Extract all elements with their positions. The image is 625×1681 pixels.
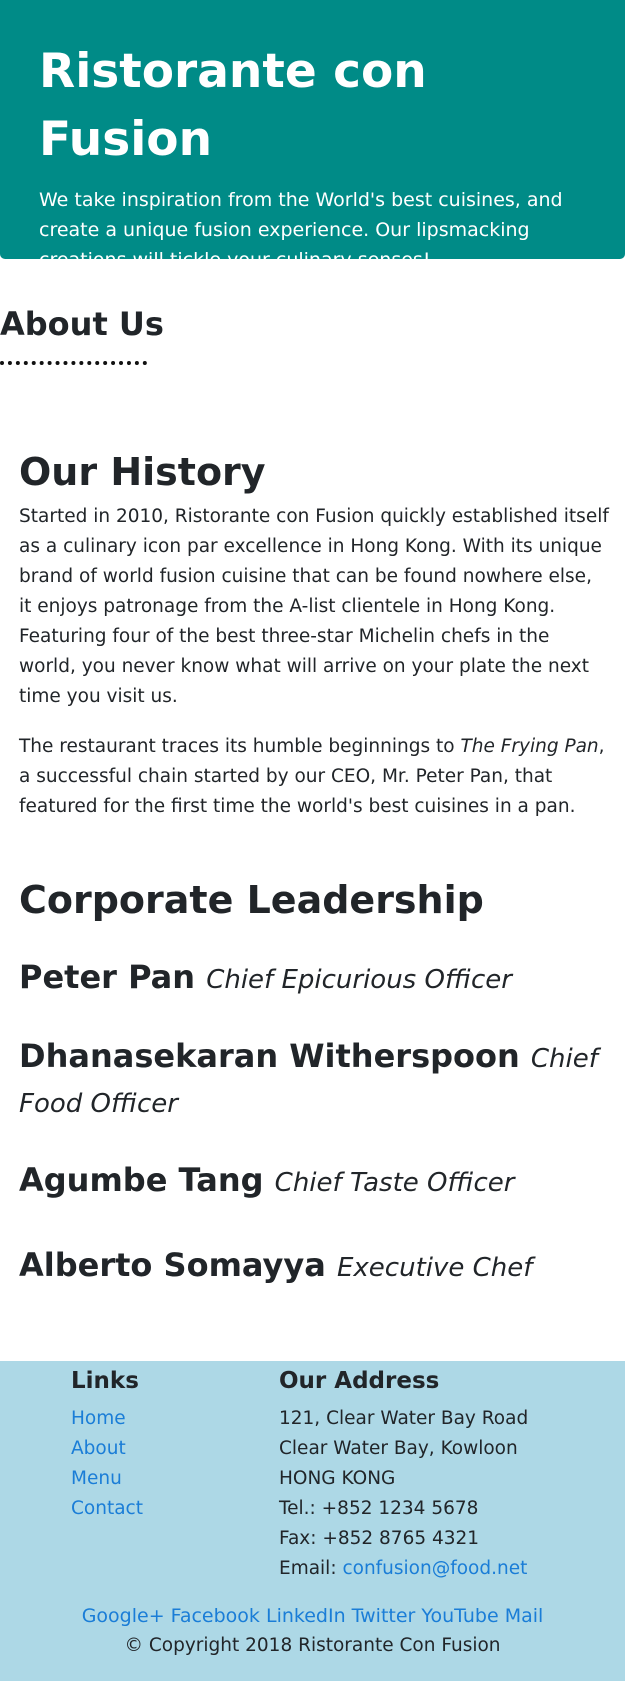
hero-banner: Ristorante con Fusion We take inspiratio… [0,0,625,271]
address-line: HONG KONG [279,1468,396,1489]
history-title: Our History [19,450,266,494]
history-paragraph-2-italic: The Frying Pan [460,736,599,757]
brand-title: Ristorante con Fusion [39,44,427,167]
social-link-googleplus[interactable]: Google+ [82,1605,165,1627]
address-heading: Our Address [279,1368,440,1394]
leader-role: Chief Taste Officer [274,1168,515,1198]
title-underline [0,361,147,365]
leadership-section: Corporate Leadership Peter Pan Chief Epi… [19,872,609,1289]
social-link-twitter[interactable]: Twitter [352,1605,416,1627]
leader-name: Peter Pan [19,958,196,996]
leader-item: Dhanasekaran Witherspoon Chief Food Offi… [19,1035,609,1125]
social-link-mail[interactable]: Mail [505,1605,544,1627]
footer-address-column: Our Address 121, Clear Water Bay Road Cl… [279,1361,528,1584]
leader-name: Agumbe Tang [19,1161,264,1199]
address-line: 121, Clear Water Bay Road [279,1408,529,1429]
leader-item: Alberto Somayya Executive Chef [19,1244,609,1289]
email-label: Email: [279,1558,343,1579]
footer-link-item: Contact [71,1494,143,1524]
email-line: Email: confusion@food.net [279,1554,528,1584]
address-line: Clear Water Bay, Kowloon [279,1438,518,1459]
leader-role: Executive Chef [336,1253,533,1283]
footer-links-column: Links Home About Menu Contact [71,1361,143,1524]
footer-link-item: Menu [71,1464,143,1494]
social-links: Google+ Facebook LinkedIn Twitter YouTub… [0,1601,625,1631]
leader-role: Chief Epicurious Officer [206,965,512,995]
footer-links-list: Home About Menu Contact [71,1404,143,1524]
history-paragraph-2-start: The restaurant traces its humble beginni… [19,736,461,757]
footer-link-menu[interactable]: Menu [71,1468,122,1489]
history-paragraph-2: The restaurant traces its humble beginni… [19,732,609,822]
leader-item: Agumbe Tang Chief Taste Officer [19,1159,609,1204]
history-section: Our History Started in 2010, Ristorante … [19,444,609,822]
fax-line: Fax: +852 8765 4321 [279,1528,480,1549]
address-block: 121, Clear Water Bay Road Clear Water Ba… [279,1404,528,1584]
social-link-linkedin[interactable]: LinkedIn [266,1605,346,1627]
footer-link-item: About [71,1434,143,1464]
history-paragraph-1: Started in 2010, Ristorante con Fusion q… [19,506,609,707]
footer-link-home[interactable]: Home [71,1408,126,1429]
footer-link-about[interactable]: About [71,1438,126,1459]
leader-name: Dhanasekaran Witherspoon [19,1037,520,1075]
copyright-text: © Copyright 2018 Ristorante Con Fusion [124,1635,501,1656]
phone-line: Tel.: +852 1234 5678 [279,1498,479,1519]
social-link-facebook[interactable]: Facebook [171,1605,260,1627]
social-link-youtube[interactable]: YouTube [421,1605,498,1627]
footer-link-item: Home [71,1404,143,1434]
brand-tagline: We take inspiration from the World's bes… [39,189,563,271]
page-title: About Us [0,305,164,343]
leadership-title: Corporate Leadership [19,878,484,922]
links-heading: Links [71,1368,139,1394]
footer-link-contact[interactable]: Contact [71,1498,143,1519]
leader-name: Alberto Somayya [19,1246,326,1284]
email-link[interactable]: confusion@food.net [342,1558,527,1579]
leader-item: Peter Pan Chief Epicurious Officer [19,956,609,1001]
